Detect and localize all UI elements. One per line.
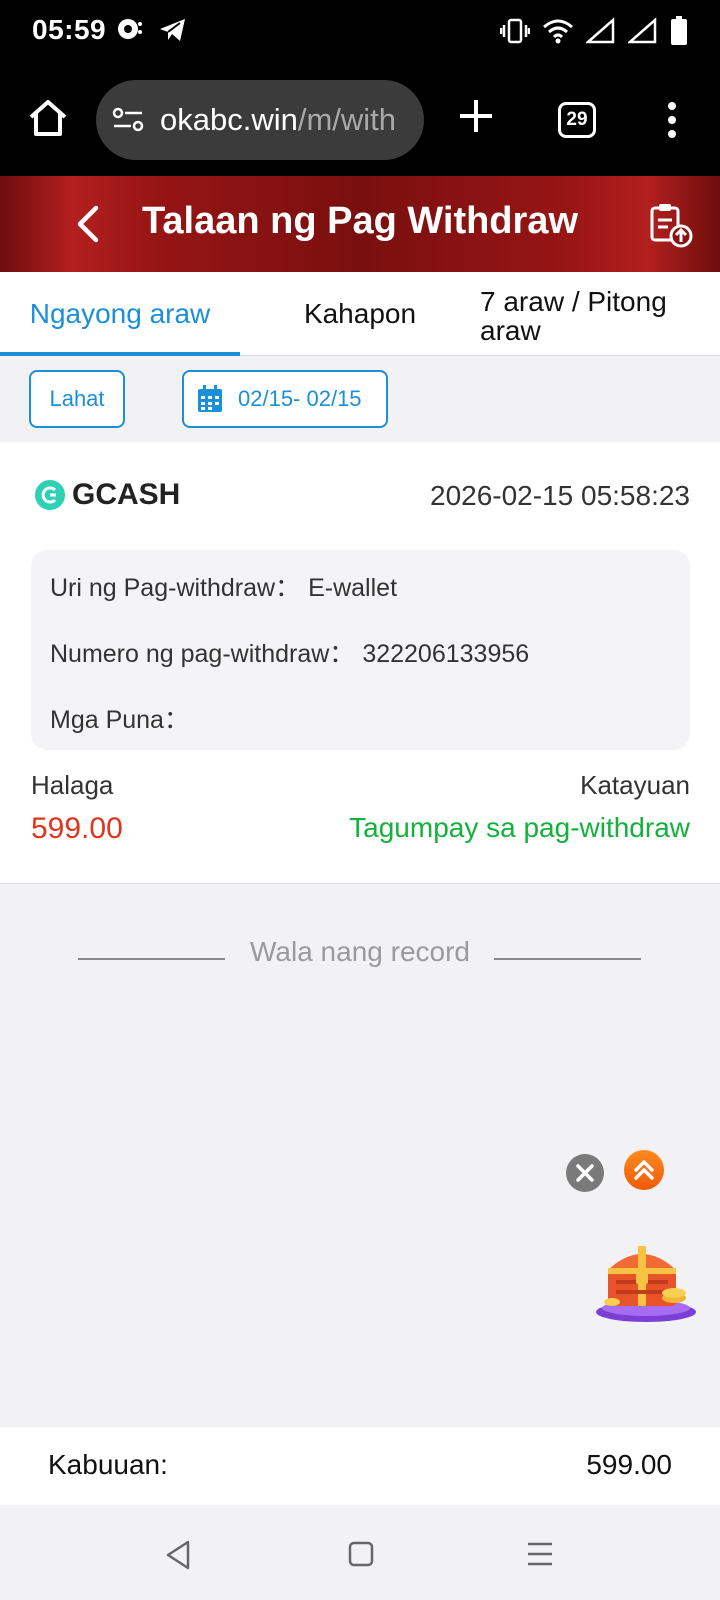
tab-today[interactable]: Ngayong araw: [0, 272, 240, 356]
triangle-back-icon: [166, 1540, 190, 1570]
total-label: Kabuuan:: [48, 1449, 168, 1480]
provider-name: GCASH: [72, 478, 181, 511]
tab-switcher-button[interactable]: 29: [558, 102, 596, 138]
url-text[interactable]: okabc.win/m/with: [160, 102, 396, 138]
nav-back-button[interactable]: [164, 1539, 192, 1576]
close-icon: [576, 1164, 594, 1182]
plus-icon: [460, 100, 492, 132]
tab-yesterday[interactable]: Kahapon: [240, 272, 480, 356]
chat-bubble-icon: [116, 16, 144, 49]
square-home-icon: [348, 1541, 374, 1567]
withdraw-type-row: Uri ng Pag-withdraw： E-wallet: [50, 568, 397, 604]
total-value: 599.00: [586, 1449, 672, 1480]
more-vertical-icon: [668, 102, 676, 138]
withdraw-number-label: Numero ng pag-withdraw：: [50, 640, 355, 668]
gcash-logo-icon: [35, 480, 65, 510]
withdraw-record-card[interactable]: GCASH 2026-02-15 05:58:23 Uri ng Pag-wit…: [0, 442, 720, 884]
status-bar: 05:59: [0, 0, 720, 66]
status-label: Katayuan: [580, 770, 690, 800]
date-tabs: Ngayong araw Kahapon 7 araw / Pitong ara…: [0, 272, 720, 356]
signal-icon: [626, 17, 658, 50]
remarks-row: Mga Puna：: [50, 700, 197, 736]
page-title: Talaan ng Pag Withdraw: [142, 200, 578, 242]
address-bar[interactable]: okabc.win/m/with: [96, 80, 424, 160]
system-nav-bar: [0, 1505, 720, 1600]
battery-icon: [670, 16, 688, 51]
close-promo-button[interactable]: [566, 1154, 604, 1192]
home-icon: [29, 100, 67, 136]
nav-menu-button[interactable]: [526, 1541, 554, 1572]
status-left-icons: [116, 16, 188, 49]
export-records-button[interactable]: [648, 202, 694, 248]
menu-lines-icon: [528, 1542, 552, 1566]
nav-home-button[interactable]: [348, 1541, 374, 1572]
list-end-text: Wala nang record: [250, 936, 470, 967]
treasure-chest-promo[interactable]: [594, 1232, 698, 1324]
total-bar: Kabuuan: 599.00: [0, 1427, 720, 1505]
provider: GCASH: [34, 478, 180, 512]
vibrate-icon: [499, 17, 531, 50]
page-header: Talaan ng Pag Withdraw: [0, 176, 720, 272]
amount-label: Halaga: [31, 770, 114, 800]
browser-home-button[interactable]: [26, 96, 70, 140]
browser-toolbar: okabc.win/m/with 29: [0, 66, 720, 176]
withdraw-type-label: Uri ng Pag-withdraw：: [50, 574, 301, 602]
withdraw-number-value: 322206133956: [362, 640, 530, 668]
filter-row: Lahat 02/15- 02/15: [0, 356, 720, 442]
telegram-icon: [158, 16, 188, 49]
calendar-icon: [198, 385, 222, 412]
withdraw-type-value: E-wallet: [308, 574, 398, 602]
wifi-icon: [542, 17, 574, 50]
date-range-picker[interactable]: 02/15- 02/15: [182, 370, 388, 428]
signal-icon: [584, 17, 616, 50]
status-time: 05:59: [32, 14, 107, 45]
record-datetime: 2026-02-15 05:58:23: [430, 480, 690, 511]
list-end-indicator: Wala nang record: [0, 936, 720, 976]
clipboard-upload-icon: [650, 204, 693, 248]
new-tab-button[interactable]: [456, 96, 496, 136]
site-settings-icon[interactable]: [112, 106, 146, 139]
amount-value: 599.00: [31, 812, 123, 845]
double-chevron-up-icon: [634, 1160, 654, 1180]
divider: [494, 958, 641, 960]
status-right-icons: [499, 16, 688, 51]
date-range-text: 02/15- 02/15: [238, 386, 362, 411]
withdraw-number-row: Numero ng pag-withdraw： 322206133956: [50, 634, 529, 670]
filter-all-button[interactable]: Lahat: [29, 370, 125, 428]
status-value: Tagumpay sa pag-withdraw: [349, 812, 690, 843]
scroll-to-top-button[interactable]: [624, 1150, 664, 1190]
record-details: Uri ng Pag-withdraw： E-wallet Numero ng p…: [31, 550, 690, 750]
browser-menu-button[interactable]: [664, 100, 680, 140]
remarks-label: Mga Puna：: [50, 706, 189, 734]
treasure-chest-icon: [596, 1246, 696, 1322]
tab-seven-days[interactable]: 7 araw / Pitong araw: [480, 272, 700, 356]
